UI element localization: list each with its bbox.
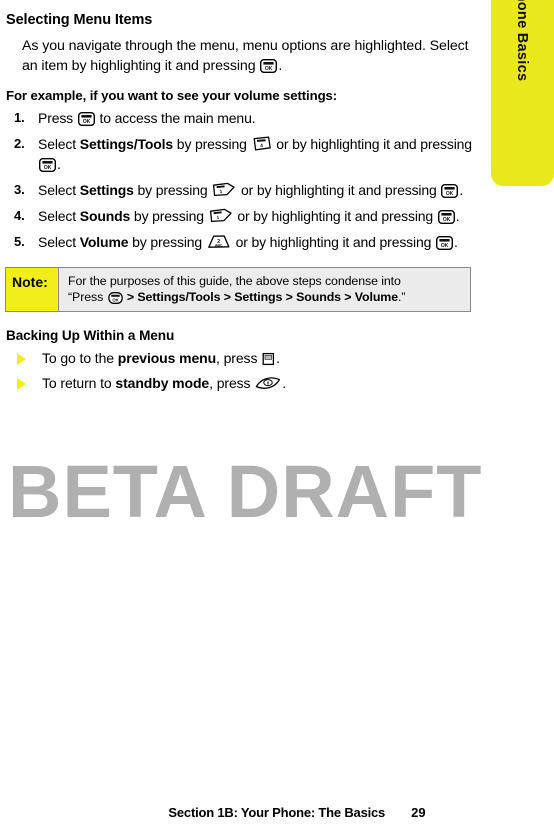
ok-key-icon: OK: [441, 183, 459, 198]
svg-text:OK: OK: [83, 120, 91, 126]
step-text-end: .: [459, 181, 464, 198]
bullet-text-mid: , press: [216, 350, 262, 367]
page-content: Selecting Menu Items As you navigate thr…: [0, 0, 490, 394]
step-text-post: or by highlighting it and pressing: [231, 233, 435, 250]
bullet-bold-term: standby mode: [115, 375, 210, 392]
back-key-icon: [262, 352, 275, 366]
side-tab-label: Phone Basics: [514, 0, 530, 82]
footer-section-label: Section 1B: Your Phone: The Basics: [168, 805, 386, 820]
bullet-text-end: .: [282, 375, 287, 392]
bullet-text-mid: , press: [209, 375, 255, 392]
svg-text:OK: OK: [265, 66, 273, 72]
triangle-bullet-icon: [17, 353, 26, 366]
note-quote-open: “Press: [68, 290, 107, 305]
bullet-list: To go to the previous menu, press . To r…: [0, 348, 490, 394]
ok-key-icon: OK: [436, 235, 453, 250]
step-text-post: or by highlighting it and pressing: [237, 181, 441, 198]
bullet-text-pre: To return to: [42, 375, 116, 392]
list-item: 1. Press OK to access the main menu.: [0, 109, 490, 129]
page-title: Selecting Menu Items: [6, 12, 153, 28]
ok-key-icon: OK: [107, 292, 123, 305]
step-bold-term: Settings: [79, 181, 134, 198]
side-tab-phone-basics: Phone Basics: [491, 0, 554, 186]
key-1-icon: 1: [212, 182, 236, 198]
subsection-title: Backing Up Within a Menu: [6, 328, 175, 344]
step-number: 3.: [14, 181, 25, 197]
step-text-pre: Select: [38, 233, 80, 250]
ok-key-icon: OK: [77, 112, 95, 127]
step-number: 5.: [14, 233, 25, 249]
example-lead-in: For example, if you want to see your vol…: [6, 88, 338, 104]
svg-text:ABC: ABC: [215, 243, 223, 247]
list-item: 4. Select Sounds by pressing 1 or by high…: [0, 207, 490, 227]
steps-list: 1. Press OK to access the main menu. 2. Se…: [0, 109, 490, 252]
step-text-pre: Select: [38, 207, 80, 224]
step-text-mid: by pressing: [128, 233, 206, 250]
key-2-abc-icon: 2 ABC: [207, 234, 231, 250]
step-text-pre: Press: [38, 110, 77, 127]
step-text-end: .: [57, 156, 61, 173]
step-number: 1.: [14, 110, 25, 126]
step-text-pre: Select: [38, 136, 80, 153]
page-footer: Section 1B: Your Phone: The Basics 29: [0, 804, 554, 822]
step-bold-term: Settings/Tools: [79, 136, 174, 153]
step-number: 2.: [14, 136, 25, 152]
step-text-post: or by highlighting it and pressing: [233, 207, 437, 224]
svg-text:OK: OK: [44, 165, 52, 171]
note-body: For the purposes of this guide, the abov…: [59, 268, 413, 311]
step-number: 4.: [14, 207, 25, 223]
triangle-bullet-icon: [17, 378, 26, 391]
ok-key-icon: OK: [260, 59, 278, 74]
note-line1: For the purposes of this guide, the abov…: [68, 273, 401, 288]
list-item: 2. Select Settings/Tools by pressing 4 or…: [0, 135, 490, 175]
step-text-mid: to access the main menu.: [95, 110, 256, 127]
ok-key-icon: OK: [39, 158, 56, 173]
bullet-bold-term: previous menu: [117, 350, 217, 367]
list-item: To go to the previous menu, press .: [0, 348, 490, 368]
beta-draft-watermark: BETA DRAFT: [8, 450, 483, 533]
key-4-icon: 4: [252, 136, 272, 152]
step-text-end: .: [455, 207, 460, 224]
note-box: Note: For the purposes of this guide, th…: [5, 266, 471, 313]
svg-text:OK: OK: [446, 191, 454, 197]
step-bold-term: Volume: [79, 233, 129, 250]
note-label: Note:: [6, 267, 59, 312]
step-text-end: .: [454, 233, 458, 250]
note-menu-path: > Settings/Tools > Settings > Sounds > V…: [123, 290, 399, 305]
step-text-mid: by pressing: [130, 207, 208, 224]
svg-text:OK: OK: [443, 217, 451, 223]
step-bold-term: Sounds: [79, 207, 131, 224]
intro-text-part1: As you navigate through the menu, menu o…: [22, 38, 469, 75]
end-key-icon: 0: [255, 375, 281, 391]
svg-text:OK: OK: [112, 298, 119, 303]
list-item: To return to standby mode, press 0 .: [0, 373, 490, 393]
svg-text:OK: OK: [441, 243, 449, 249]
key-1-icon: 1: [209, 208, 233, 224]
bullet-text-end: .: [276, 350, 280, 367]
list-item: 3. Select Settings by pressing 1 or by hi…: [0, 181, 490, 201]
step-text-post: or by highlighting it and pressing: [272, 136, 472, 153]
intro-text-part2: .: [278, 58, 283, 75]
bullet-text-pre: To go to the: [42, 350, 118, 367]
step-text-mid: by pressing: [133, 181, 212, 198]
intro-paragraph: As you navigate through the menu, menu o…: [0, 28, 490, 76]
page-number: 29: [411, 805, 426, 820]
step-text-pre: Select: [38, 181, 80, 198]
list-item: 5. Select Volume by pressing 2 ABC or by …: [0, 233, 490, 253]
step-text-mid: by pressing: [173, 136, 251, 153]
ok-key-icon: OK: [437, 209, 455, 224]
note-quote-close: .”: [398, 290, 406, 305]
